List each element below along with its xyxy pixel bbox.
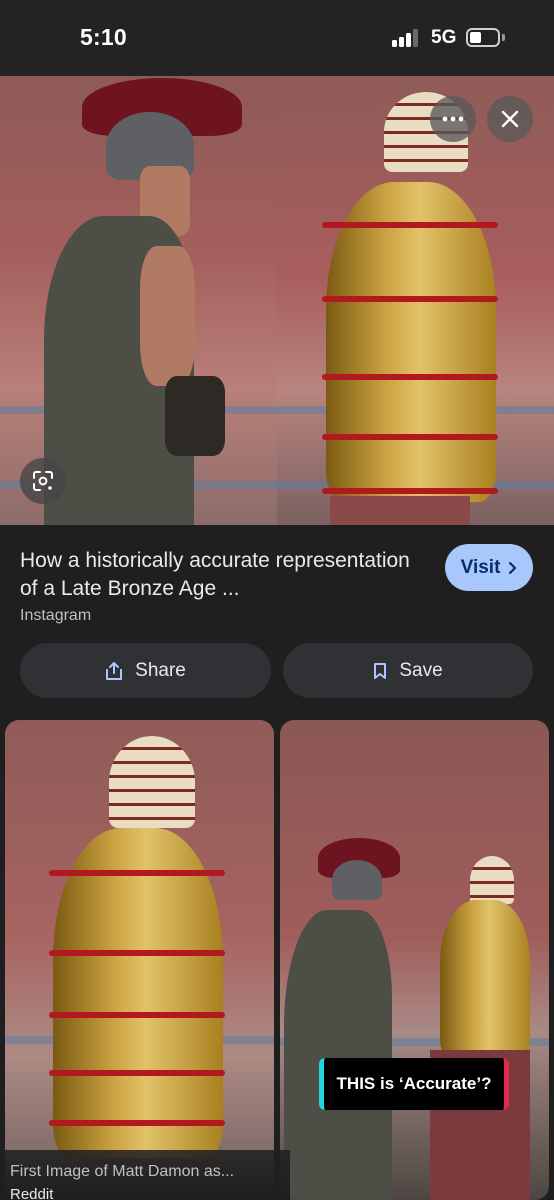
- share-button[interactable]: Share: [20, 643, 271, 698]
- armour-band: [322, 374, 498, 380]
- armour-band: [322, 488, 498, 494]
- armour-band: [49, 1120, 225, 1126]
- related-item-title[interactable]: First Image of Matt Damon as...: [10, 1163, 234, 1181]
- related-item-source: Reddit: [10, 1186, 54, 1200]
- hero-image[interactable]: [0, 76, 554, 525]
- related-image-card[interactable]: [280, 720, 549, 1200]
- visit-button-label: Visit: [460, 556, 501, 578]
- close-button[interactable]: [487, 96, 533, 142]
- armour-skirt: [330, 496, 470, 525]
- network-type: 5G: [431, 27, 457, 48]
- boar-tusk-helmet: [109, 736, 195, 828]
- result-source: Instagram: [20, 607, 92, 624]
- armour-band: [322, 222, 498, 228]
- warrior-arm: [140, 246, 195, 386]
- more-horizontal-icon: [442, 116, 464, 122]
- dendra-armour: [440, 900, 530, 1056]
- armour-band: [49, 1012, 225, 1018]
- share-icon: [106, 661, 123, 680]
- status-bar: 5:10 5G: [0, 0, 554, 76]
- result-title[interactable]: How a historically accurate representati…: [20, 547, 430, 603]
- google-lens-icon: [33, 471, 53, 491]
- google-lens-button[interactable]: [20, 458, 66, 504]
- save-button[interactable]: Save: [283, 643, 533, 698]
- bookmark-icon: [374, 662, 387, 679]
- warrior-bracer: [165, 376, 225, 456]
- visit-button[interactable]: Visit: [445, 544, 533, 591]
- battery-icon: [466, 28, 500, 47]
- video-caption-overlay: THIS is ‘Accurate’?: [319, 1058, 509, 1110]
- dendra-armour: [326, 182, 496, 502]
- save-button-label: Save: [399, 659, 443, 681]
- status-time: 5:10: [80, 24, 127, 50]
- more-options-button[interactable]: [430, 96, 476, 142]
- boar-tusk-helmet: [470, 856, 514, 904]
- armour-band: [49, 1070, 225, 1076]
- warrior-cloak: [284, 910, 392, 1200]
- image-viewer-screen: 5:10 5G How a historically accurate repr…: [0, 0, 554, 1200]
- share-button-label: Share: [135, 659, 186, 681]
- battery-tip: [502, 34, 505, 41]
- cellular-signal-icon: [392, 29, 422, 47]
- bronze-helmet: [332, 860, 382, 900]
- armour-band: [322, 434, 498, 440]
- dendra-armour: [53, 828, 223, 1158]
- related-image-card[interactable]: [5, 720, 274, 1200]
- chevron-right-icon: [509, 561, 517, 574]
- armour-band: [49, 870, 225, 876]
- close-icon: [501, 110, 519, 128]
- armour-band: [322, 296, 498, 302]
- armour-band: [49, 950, 225, 956]
